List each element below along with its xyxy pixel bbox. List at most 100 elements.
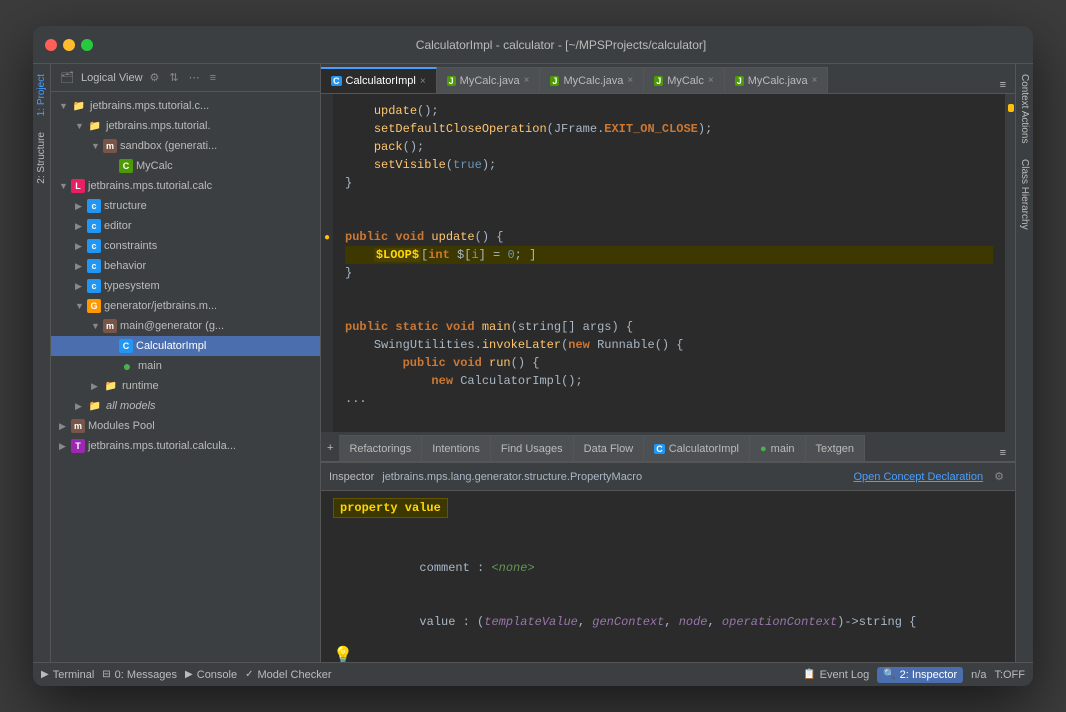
tree-item-label: generator/jetbrains.m... xyxy=(104,300,217,312)
logical-view-icon[interactable]: 🗂 xyxy=(57,69,77,86)
tab-label: Intentions xyxy=(432,443,480,455)
tab-close-mycalc-4[interactable]: × xyxy=(812,75,818,86)
tree-item-editor[interactable]: ▶ c editor xyxy=(51,216,320,236)
right-tab-context-actions[interactable]: Context Actions xyxy=(1017,68,1032,149)
tab-mycalc-1[interactable]: J MyCalc.java × xyxy=(437,67,541,93)
tree-item-sandbox[interactable]: ▼ m sandbox (generati... xyxy=(51,136,320,156)
tab-intentions[interactable]: Intentions xyxy=(422,435,491,461)
tab-mycalc-2[interactable]: J MyCalc.java × xyxy=(540,67,644,93)
close-button[interactable] xyxy=(45,39,57,51)
tab-bottom-calculatorimpl[interactable]: C CalculatorImpl xyxy=(644,435,750,461)
code-line-1: update(); xyxy=(345,102,993,120)
inspector-line-4-container: 💡 genContext.unique name from ("i") in c… xyxy=(333,649,1003,662)
tree-item-typesystem[interactable]: ▶ c typesystem xyxy=(51,276,320,296)
tree-item-structure[interactable]: ▶ c structure xyxy=(51,196,320,216)
tab-find-usages[interactable]: Find Usages xyxy=(491,435,574,461)
console-icon: ▶ xyxy=(185,669,193,680)
project-panel: 🗂 Logical View ⚙ ⇅ ⋯ ≡ ▼ 📁 jetbrains.mps… xyxy=(51,64,321,662)
minimize-button[interactable] xyxy=(63,39,75,51)
tab-icon-java-2: J xyxy=(550,76,559,86)
inspector-status-label: 2: Inspector xyxy=(900,669,957,681)
tab-bottom-main[interactable]: ● main xyxy=(750,435,806,461)
tree-item-label: typesystem xyxy=(104,280,160,292)
sidebar-tab-structure[interactable]: 2: Structure xyxy=(34,126,49,190)
tab-mycalc-4[interactable]: J MyCalc.java × xyxy=(725,67,829,93)
code-line-5: } xyxy=(345,174,993,192)
tree-item-jetbrains-tutorial-c[interactable]: ▼ 📁 jetbrains.mps.tutorial.c... xyxy=(51,96,320,116)
tree-item-calculatorimpl[interactable]: C CalculatorImpl xyxy=(51,336,320,356)
property-value-badge: property value xyxy=(333,498,448,518)
code-line-6 xyxy=(345,192,993,210)
tab-close-calculatorimpl[interactable]: × xyxy=(420,76,426,87)
tab-label: Refactorings xyxy=(349,443,411,455)
code-line-8: public void update() { xyxy=(345,228,993,246)
tab-close-mycalc-2[interactable]: × xyxy=(627,75,633,86)
tree-item-behavior[interactable]: ▶ c behavior xyxy=(51,256,320,276)
tab-close-mycalc-3[interactable]: × xyxy=(708,75,714,86)
tree-item-jetbrains-tutorial[interactable]: ▼ 📁 jetbrains.mps.tutorial. xyxy=(51,116,320,136)
toolbar-settings-icon[interactable]: ⚙ xyxy=(147,69,163,86)
tree-item-label: jetbrains.mps.tutorial.calc xyxy=(88,180,212,192)
tree-item-label: editor xyxy=(104,220,132,232)
code-line-9: $LOOP$[int $[i] = 0; ] xyxy=(345,246,993,264)
status-event-log[interactable]: 📋 Event Log xyxy=(803,669,869,681)
status-t-off[interactable]: T:OFF xyxy=(994,669,1025,681)
gutter-marker-8 xyxy=(321,246,333,264)
inspector-line-4: genContext.unique name from ("i") in con… xyxy=(359,649,870,662)
tabs-menu-icon[interactable]: ≡ xyxy=(997,77,1009,93)
status-messages[interactable]: ⊟ 0: Messages xyxy=(102,669,177,681)
code-editor[interactable]: update(); setDefaultCloseOperation(JFram… xyxy=(333,94,1005,432)
tab-label: Find Usages xyxy=(501,443,563,455)
status-model-checker[interactable]: ✓ Model Checker xyxy=(245,669,331,681)
toolbar-expand-icon[interactable]: ≡ xyxy=(207,70,219,86)
tab-textgen[interactable]: Textgen xyxy=(806,435,866,461)
tree-item-label: jetbrains.mps.tutorial.calcula... xyxy=(88,440,236,452)
tree-item-label: main xyxy=(138,360,162,372)
scroll-warning-marker xyxy=(1008,104,1014,112)
tree-item-modules-pool[interactable]: ▶ m Modules Pool xyxy=(51,416,320,436)
tree-item-runtime[interactable]: ▶ 📁 runtime xyxy=(51,376,320,396)
tab-icon-circle: ● xyxy=(760,443,767,455)
tree-item-jetbrains-calc[interactable]: ▼ L jetbrains.mps.tutorial.calc xyxy=(51,176,320,196)
tab-mycalc-3[interactable]: J MyCalc × xyxy=(644,67,725,93)
editor-scrollbar[interactable] xyxy=(1005,94,1015,432)
tree-item-label: structure xyxy=(104,200,147,212)
toolbar-sort-icon[interactable]: ⇅ xyxy=(166,69,181,86)
tree-item-label: Modules Pool xyxy=(88,420,155,432)
status-terminal[interactable]: ▶ Terminal xyxy=(41,669,94,681)
tree-item-all-models[interactable]: ▶ 📁 all models xyxy=(51,396,320,416)
inspector-open-concept-link[interactable]: Open Concept Declaration xyxy=(853,471,983,483)
editor-tabs: C CalculatorImpl × J MyCalc.java × J MyC… xyxy=(321,64,1015,94)
tree-item-generator[interactable]: ▼ G generator/jetbrains.m... xyxy=(51,296,320,316)
inspector-settings-icon[interactable]: ⚙ xyxy=(991,468,1007,485)
status-console[interactable]: ▶ Console xyxy=(185,669,237,681)
tree-item-jetbrains-calcula[interactable]: ▶ T jetbrains.mps.tutorial.calcula... xyxy=(51,436,320,456)
tree-item-main[interactable]: ● main xyxy=(51,356,320,376)
inspector-status-icon: 🔍 xyxy=(883,669,895,680)
tree-area: ▼ 📁 jetbrains.mps.tutorial.c... ▼ 📁 jetb… xyxy=(51,92,320,662)
tab-refactorings[interactable]: Refactorings xyxy=(339,435,422,461)
tab-close-mycalc-1[interactable]: × xyxy=(524,75,530,86)
right-sidebar: Context Actions Class Hierarchy xyxy=(1015,64,1033,662)
tree-item-main-generator[interactable]: ▼ m main@generator (g... xyxy=(51,316,320,336)
status-inspector[interactable]: 🔍 2: Inspector xyxy=(877,667,963,683)
inspector-title: Inspector xyxy=(329,471,374,483)
right-tab-class-hierarchy[interactable]: Class Hierarchy xyxy=(1017,153,1032,236)
gutter-marker-2 xyxy=(321,120,333,138)
bottom-tabs-menu-icon[interactable]: ≡ xyxy=(997,445,1009,461)
inspector-line-2: comment : <none> xyxy=(333,541,1003,595)
tab-calculatorimpl[interactable]: C CalculatorImpl × xyxy=(321,67,437,93)
tree-item-mycalc[interactable]: C MyCalc xyxy=(51,156,320,176)
maximize-button[interactable] xyxy=(81,39,93,51)
messages-icon: ⊟ xyxy=(102,669,110,680)
tree-item-constraints[interactable]: ▶ c constraints xyxy=(51,236,320,256)
code-line-11 xyxy=(345,282,993,300)
inspector-code[interactable]: property value comment : <none> value : … xyxy=(321,491,1015,662)
tab-data-flow[interactable]: Data Flow xyxy=(574,435,645,461)
inspector-line-1 xyxy=(333,523,1003,541)
sidebar-tab-project[interactable]: 1: Project xyxy=(34,68,49,122)
na-label: n/a xyxy=(971,669,986,681)
tree-item-label: jetbrains.mps.tutorial. xyxy=(106,120,211,132)
toolbar-more-icon[interactable]: ⋯ xyxy=(186,69,203,86)
add-tab-button[interactable]: + xyxy=(321,435,339,461)
